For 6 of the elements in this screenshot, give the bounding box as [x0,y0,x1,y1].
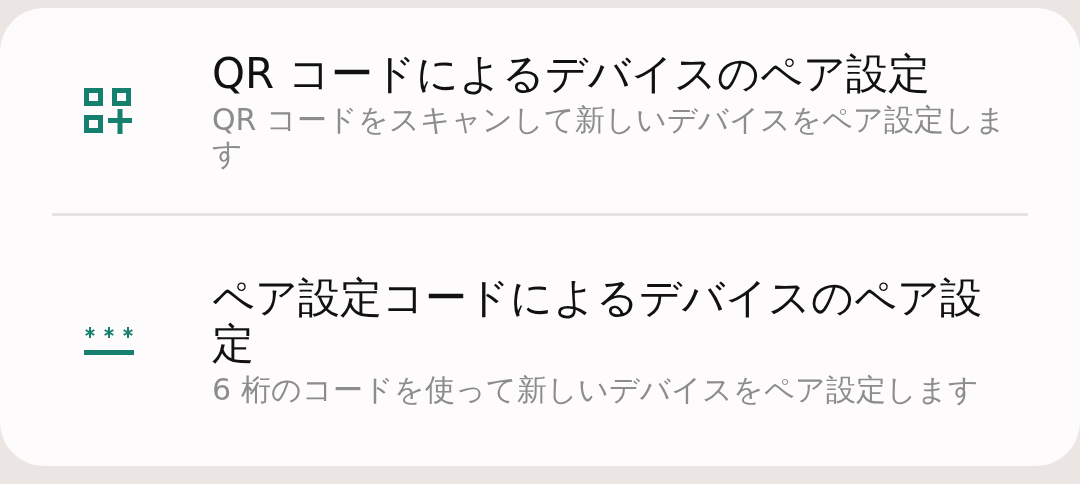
password-icon [84,327,134,355]
option-title[interactable]: QR コードによるデバイスのペア設定 [212,50,1022,97]
qr-code-icon [84,87,132,134]
option-summary: QR コードをスキャンして新しいデバイスをペア設定します [212,102,1007,171]
option-title[interactable]: ペア設定コードによるデバイスのペア設定 [212,275,1022,367]
option-summary: 6 桁のコードを使って新しいデバイスをペア設定します [212,373,980,407]
